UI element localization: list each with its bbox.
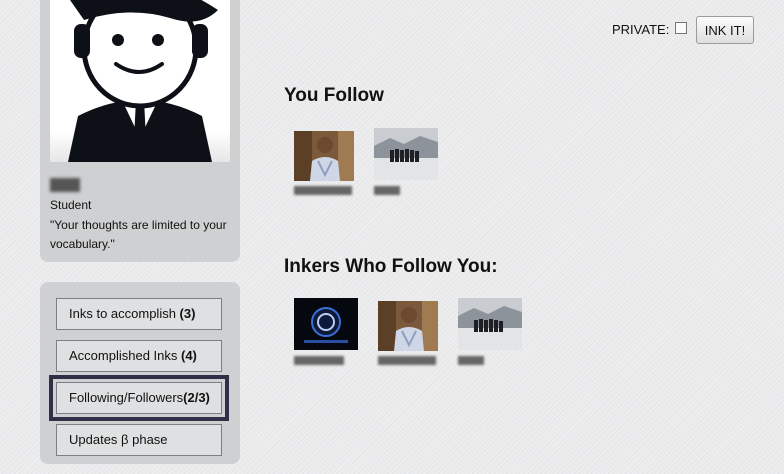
menu-item-updates[interactable]: Updates β phase [56, 424, 222, 456]
you-follow-heading: You Follow [284, 85, 384, 106]
follower-user-thumb[interactable] [294, 298, 358, 350]
following-user-name[interactable]: Himanshu [294, 186, 352, 195]
group-snow-photo-icon [458, 298, 522, 350]
menu-item-following-followers[interactable]: Following/Followers(2/3) [49, 375, 229, 421]
menu-item-label: Inks to accomplish [69, 306, 180, 321]
cartoon-avatar-icon [68, 0, 218, 162]
menu-item-label: Following/Followers [69, 390, 184, 405]
menu-item-label: Accomplished Inks [69, 348, 181, 363]
menu-item-accomplished-inks[interactable]: Accomplished Inks (4) [56, 340, 222, 372]
group-snow-photo-icon [374, 128, 438, 180]
follower-user-name[interactable]: Himanshu [378, 356, 436, 365]
profile-name: Bapi [50, 178, 81, 192]
avatar [50, 0, 230, 162]
profile-role: Student [50, 198, 92, 212]
menu-item-inks-to-accomplish[interactable]: Inks to accomplish (3) [56, 298, 222, 330]
logo-dark-photo-icon [294, 298, 358, 350]
menu-item-label: Updates β phase [69, 432, 168, 447]
follower-user-thumb[interactable] [458, 298, 522, 350]
person-photo-icon [294, 131, 354, 181]
profile-quote: "Your thoughts are limited to your vocab… [50, 218, 227, 251]
menu-item-count: (4) [181, 348, 197, 363]
profile-card: Bapi Student "Your thoughts are limited … [40, 0, 240, 262]
follower-user-thumb[interactable] [378, 301, 438, 351]
private-label: PRIVATE: [612, 22, 670, 37]
menu-item-count: (2/3) [183, 390, 210, 405]
following-user-thumb[interactable] [294, 131, 354, 181]
menu-item-count: (3) [179, 306, 196, 321]
follower-user-name[interactable]: Supriyo [294, 356, 344, 365]
follower-user-name[interactable]: Neel [458, 356, 484, 365]
following-user-name[interactable]: Neel [374, 186, 400, 195]
private-checkbox[interactable] [675, 22, 687, 34]
ink-it-button[interactable]: INK IT! [696, 16, 754, 44]
followers-heading: Inkers Who Follow You: [284, 256, 498, 277]
following-user-thumb[interactable] [374, 128, 438, 180]
person-photo-icon [378, 301, 438, 351]
menu-card: Inks to accomplish (3) Accomplished Inks… [40, 282, 240, 464]
